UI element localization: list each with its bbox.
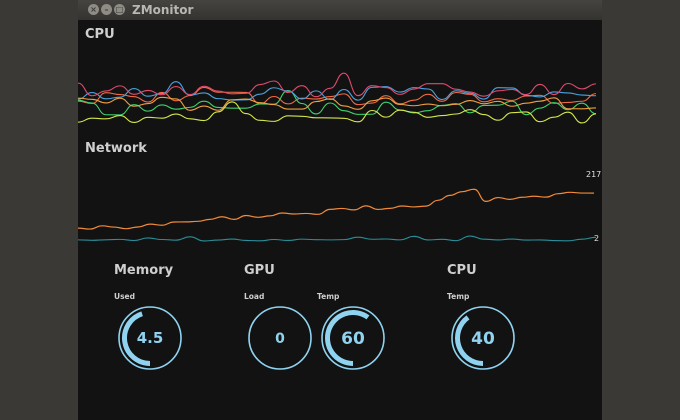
gpu-temp-gauge: 60 xyxy=(321,306,385,370)
cpu-core-line xyxy=(78,81,597,101)
gpu-load-label: Load xyxy=(244,292,265,301)
gpu-section-title: GPU xyxy=(244,263,275,278)
network-graph-title: Network xyxy=(85,141,147,156)
window-title: ZMonitor xyxy=(132,3,194,17)
zmonitor-window: × – □ ZMonitor CPU Network 217 2 Memory … xyxy=(78,0,602,420)
cpu-core-line xyxy=(78,72,597,98)
gpu-load-gauge: 0 xyxy=(248,306,312,370)
memory-section-title: Memory xyxy=(114,263,174,278)
maximize-window-button[interactable]: □ xyxy=(114,4,125,15)
memory-used-label: Used xyxy=(114,292,136,301)
gpu-temp-value: 60 xyxy=(341,329,365,349)
cpu-temp-section-title: CPU xyxy=(447,263,477,278)
network-traffic-line xyxy=(78,235,597,242)
cpu-graph-title: CPU xyxy=(85,27,115,42)
close-window-button[interactable]: × xyxy=(88,4,99,15)
cpu-temp-gauge: 40 xyxy=(451,306,515,370)
memory-used-gauge: 4.5 xyxy=(118,306,182,370)
network-traffic-line xyxy=(78,188,595,230)
title-bar[interactable]: × – □ ZMonitor xyxy=(78,0,602,20)
cpu-temp-value: 40 xyxy=(471,329,495,349)
network-usage-graph xyxy=(78,188,597,242)
cpu-usage-graph xyxy=(78,72,597,124)
gpu-load-value: 0 xyxy=(275,331,285,347)
gpu-temp-label: Temp xyxy=(317,292,340,301)
memory-used-value: 4.5 xyxy=(137,329,164,347)
minimize-window-button[interactable]: – xyxy=(101,4,112,15)
cpu-temp-label: Temp xyxy=(447,292,470,301)
